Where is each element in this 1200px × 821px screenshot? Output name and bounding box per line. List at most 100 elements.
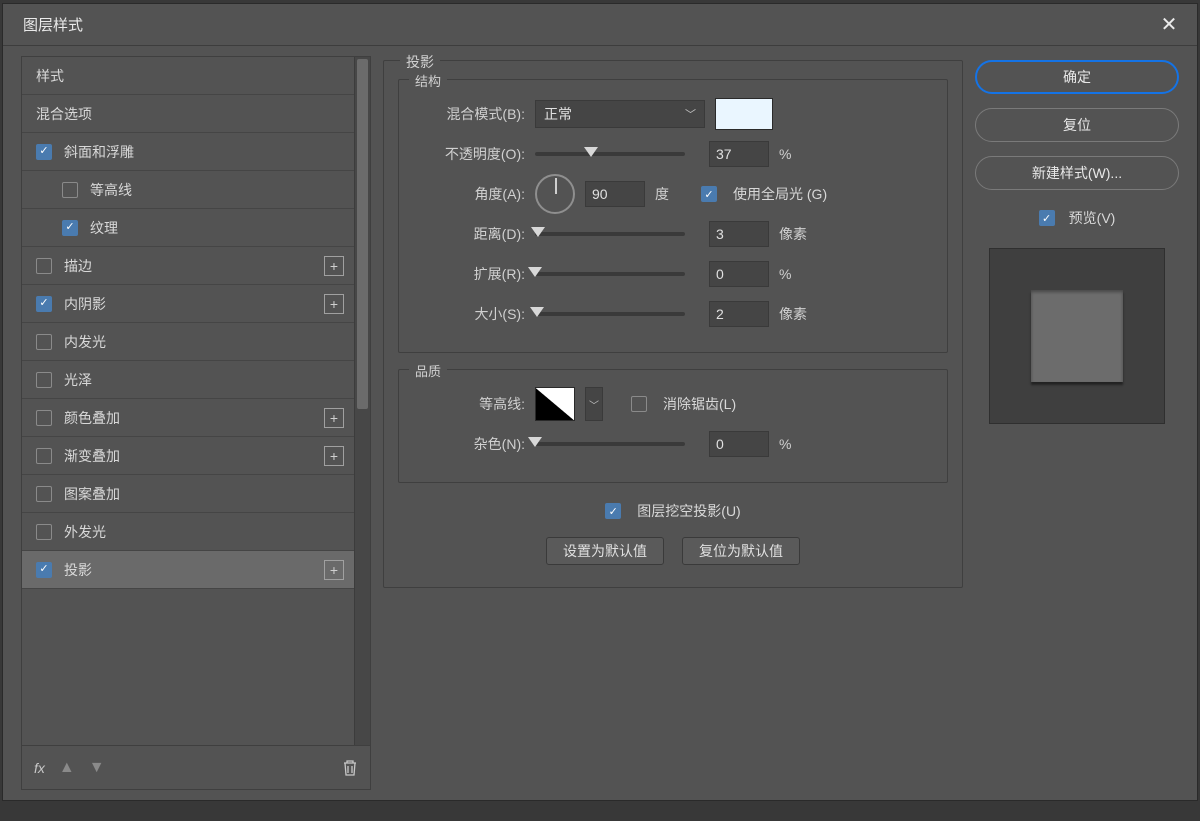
sidebar-item-1[interactable]: 等高线 <box>22 171 354 209</box>
sidebar-item-11[interactable]: 投影+ <box>22 551 354 589</box>
distance-label: 距离(D): <box>413 224 525 244</box>
knockout-checkbox[interactable] <box>605 503 621 519</box>
style-checkbox[interactable] <box>36 524 52 540</box>
sidebar-item-4[interactable]: 内阴影+ <box>22 285 354 323</box>
chevron-down-icon: ﹀ <box>685 106 696 122</box>
layer-style-dialog: 图层样式 ✕ 样式 混合选项 斜面和浮雕等高线纹理描边+内阴影+内发光光泽颜色叠… <box>2 3 1198 801</box>
new-style-button[interactable]: 新建样式(W)... <box>975 156 1179 190</box>
structure-group: 结构 混合模式(B): 正常 ﹀ 不透明度(O): 37 <box>398 79 948 353</box>
style-label: 渐变叠加 <box>64 446 324 466</box>
styles-sidebar: 样式 混合选项 斜面和浮雕等高线纹理描边+内阴影+内发光光泽颜色叠加+渐变叠加+… <box>21 56 371 790</box>
right-column: 确定 复位 新建样式(W)... 预览(V) <box>975 56 1179 790</box>
opacity-label: 不透明度(O): <box>413 144 525 164</box>
sidebar-item-3[interactable]: 描边+ <box>22 247 354 285</box>
style-checkbox[interactable] <box>62 220 78 236</box>
ok-button[interactable]: 确定 <box>975 60 1179 94</box>
close-button[interactable]: ✕ <box>1153 9 1185 41</box>
spread-slider[interactable] <box>535 272 685 276</box>
style-label: 外发光 <box>64 522 344 542</box>
distance-slider[interactable] <box>535 232 685 236</box>
style-label: 等高线 <box>90 180 344 200</box>
style-checkbox[interactable] <box>62 182 78 198</box>
spread-label: 扩展(R): <box>413 264 525 284</box>
style-label: 内阴影 <box>64 294 324 314</box>
blend-mode-label: 混合模式(B): <box>413 104 525 124</box>
style-list: 样式 混合选项 斜面和浮雕等高线纹理描边+内阴影+内发光光泽颜色叠加+渐变叠加+… <box>22 57 354 745</box>
sidebar-header-styles[interactable]: 样式 <box>22 57 354 95</box>
style-label: 投影 <box>64 560 324 580</box>
global-light-checkbox[interactable] <box>701 186 717 202</box>
style-label: 描边 <box>64 256 324 276</box>
trash-icon[interactable] <box>342 759 358 777</box>
angle-input[interactable]: 90 <box>585 181 645 207</box>
opacity-input[interactable]: 37 <box>709 141 769 167</box>
angle-label: 角度(A): <box>413 184 525 204</box>
style-label: 斜面和浮雕 <box>64 142 344 162</box>
sidebar-item-5[interactable]: 内发光 <box>22 323 354 361</box>
preview-box <box>989 248 1165 424</box>
size-label: 大小(S): <box>413 304 525 324</box>
main-panel: 投影 结构 混合模式(B): 正常 ﹀ 不透明度(O): <box>383 56 963 790</box>
quality-legend: 品质 <box>409 361 447 380</box>
blend-mode-dropdown[interactable]: 正常 ﹀ <box>535 100 705 128</box>
sidebar-item-2[interactable]: 纹理 <box>22 209 354 247</box>
dialog-title: 图层样式 <box>23 14 83 35</box>
style-checkbox[interactable] <box>36 296 52 312</box>
style-checkbox[interactable] <box>36 448 52 464</box>
sidebar-footer: fx ▲ ▼ <box>22 745 370 789</box>
antialias-checkbox[interactable] <box>631 396 647 412</box>
angle-dial[interactable] <box>535 174 575 214</box>
style-checkbox[interactable] <box>36 486 52 502</box>
noise-slider[interactable] <box>535 442 685 446</box>
drop-shadow-panel: 投影 结构 混合模式(B): 正常 ﹀ 不透明度(O): <box>383 60 963 588</box>
noise-input[interactable]: 0 <box>709 431 769 457</box>
titlebar: 图层样式 ✕ <box>3 4 1197 46</box>
cancel-button[interactable]: 复位 <box>975 108 1179 142</box>
contour-dropdown[interactable]: ﹀ <box>585 387 603 421</box>
style-label: 纹理 <box>90 218 344 238</box>
distance-input[interactable]: 3 <box>709 221 769 247</box>
style-checkbox[interactable] <box>36 144 52 160</box>
sidebar-item-0[interactable]: 斜面和浮雕 <box>22 133 354 171</box>
plus-icon[interactable]: + <box>324 446 344 466</box>
move-up-icon[interactable]: ▲ <box>59 759 75 777</box>
fx-menu[interactable]: fx <box>34 760 45 776</box>
contour-swatch[interactable] <box>535 387 575 421</box>
spread-input[interactable]: 0 <box>709 261 769 287</box>
plus-icon[interactable]: + <box>324 256 344 276</box>
size-slider[interactable] <box>535 312 685 316</box>
style-checkbox[interactable] <box>36 372 52 388</box>
sidebar-item-9[interactable]: 图案叠加 <box>22 475 354 513</box>
preview-checkbox[interactable] <box>1039 210 1055 226</box>
plus-icon[interactable]: + <box>324 294 344 314</box>
noise-label: 杂色(N): <box>413 434 525 454</box>
style-checkbox[interactable] <box>36 334 52 350</box>
style-label: 颜色叠加 <box>64 408 324 428</box>
style-checkbox[interactable] <box>36 410 52 426</box>
quality-group: 品质 等高线: ﹀ 消除锯齿(L) 杂色(N): 0 % <box>398 369 948 483</box>
preview-swatch <box>1031 290 1123 382</box>
shadow-color-swatch[interactable] <box>715 98 773 130</box>
opacity-slider[interactable] <box>535 152 685 156</box>
style-checkbox[interactable] <box>36 562 52 578</box>
plus-icon[interactable]: + <box>324 408 344 428</box>
contour-label: 等高线: <box>413 394 525 414</box>
knockout-label: 图层挖空投影(U) <box>637 501 740 521</box>
structure-legend: 结构 <box>409 71 447 90</box>
global-light-label: 使用全局光 (G) <box>733 184 827 204</box>
plus-icon[interactable]: + <box>324 560 344 580</box>
sidebar-scrollbar[interactable] <box>354 57 370 745</box>
scrollbar-thumb[interactable] <box>357 59 368 409</box>
reset-default-button[interactable]: 复位为默认值 <box>682 537 800 565</box>
style-label: 图案叠加 <box>64 484 344 504</box>
preview-label: 预览(V) <box>1069 208 1116 228</box>
sidebar-item-7[interactable]: 颜色叠加+ <box>22 399 354 437</box>
sidebar-item-10[interactable]: 外发光 <box>22 513 354 551</box>
sidebar-item-blend-options[interactable]: 混合选项 <box>22 95 354 133</box>
sidebar-item-6[interactable]: 光泽 <box>22 361 354 399</box>
make-default-button[interactable]: 设置为默认值 <box>546 537 664 565</box>
move-down-icon[interactable]: ▼ <box>89 759 105 777</box>
size-input[interactable]: 2 <box>709 301 769 327</box>
sidebar-item-8[interactable]: 渐变叠加+ <box>22 437 354 475</box>
style-checkbox[interactable] <box>36 258 52 274</box>
